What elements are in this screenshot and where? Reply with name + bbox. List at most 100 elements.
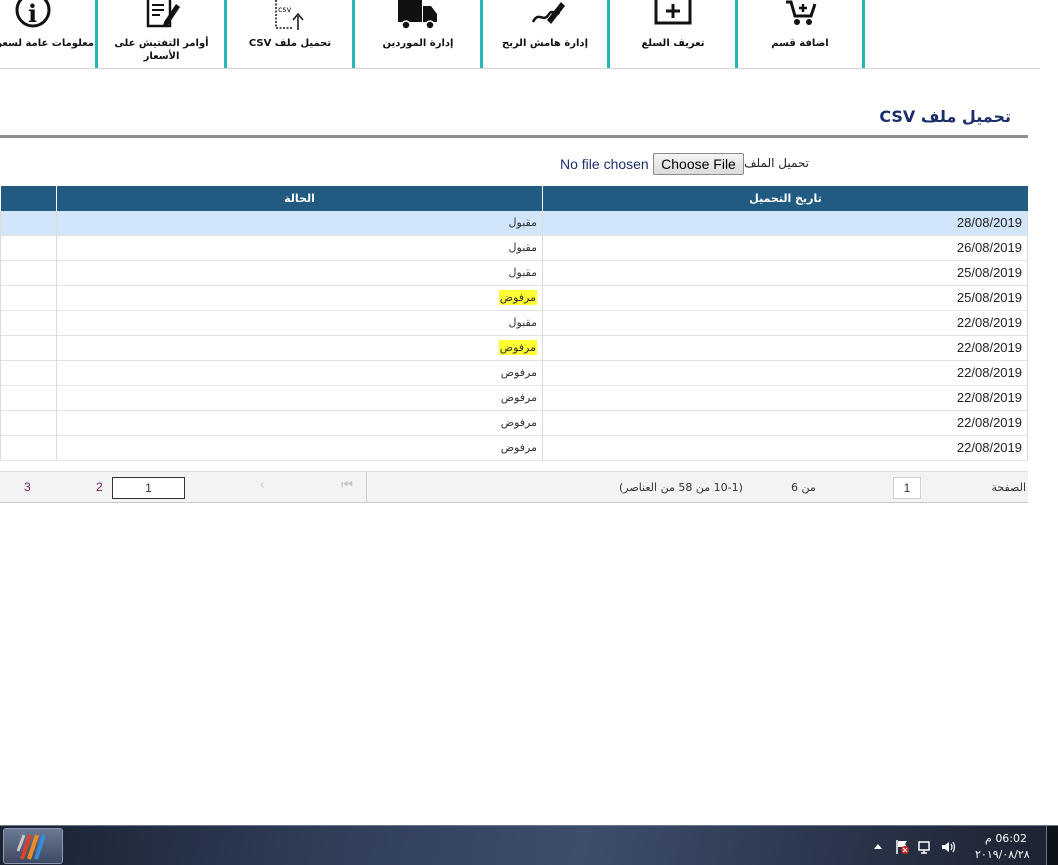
tool-label: إدارة الموردين [382,38,454,49]
system-tray: 06:02 م ٢٠١٩/٠٨/٢٨ [860,826,1050,865]
tool-add-category[interactable]: اضافة قسم [738,0,862,68]
toolbar-separator [862,0,865,68]
table-row[interactable]: مقبول 28/08/2019 [0,211,1028,236]
column-header-status[interactable]: الحالة [56,186,542,211]
title-divider [0,135,1028,138]
cell-extra [0,336,56,361]
page-link-2[interactable]: 2 [96,480,103,494]
cell-extra [0,236,56,261]
cell-date: 22/08/2019 [542,336,1028,361]
uploads-table: الحالة تاريخ التحميل مقبول 28/08/2019 مقبو… [0,186,1028,461]
tool-label: معلومات عامة لسعر [0,38,94,49]
toolbar-separator [224,0,227,68]
prev-page-icon[interactable]: ‹ [254,478,270,493]
table-row[interactable]: مرفوض 22/08/2019 [0,361,1028,386]
table-body: مقبول 28/08/2019 مقبول 26/08/2019 مقبول 25/08… [0,211,1028,461]
page-number-input[interactable]: 1 [893,477,921,499]
flag-alert-icon[interactable] [894,839,910,855]
csv-icon-text: csv [278,5,292,14]
page-label: الصفحة [991,481,1026,494]
table-row[interactable]: مرفوض 22/08/2019 [0,436,1028,461]
pen-sign-icon [531,2,565,24]
network-icon[interactable] [917,839,933,855]
clock-time[interactable]: 06:02 م [985,832,1027,845]
show-desktop-button[interactable] [1046,826,1058,865]
toolbar-separator [607,0,610,68]
cell-extra [0,211,56,236]
tool-csv-upload[interactable]: csv تحميل ملف CSV [228,0,352,68]
volume-icon[interactable] [940,839,956,855]
table-header: الحالة تاريخ التحميل [0,186,1028,211]
cart-add-icon [786,0,817,25]
upload-label: تحميل الملف [744,156,809,170]
cell-date: 22/08/2019 [542,436,1028,461]
tool-label: إدارة هامش الربح [502,38,588,49]
file-status: No file chosen [560,156,649,172]
cell-extra [0,286,56,311]
tool-general-info[interactable]: i معلومات عامة لسعر [0,0,96,68]
start-button[interactable] [3,828,63,864]
table-row[interactable]: مرفوض 22/08/2019 [0,386,1028,411]
status-text: مرفوض [500,366,537,379]
cell-extra [0,436,56,461]
status-text: مرفوض [500,441,537,454]
cell-date: 28/08/2019 [542,211,1028,236]
tool-label: تحميل ملف CSV [248,38,332,49]
tool-label: تعريف السلع [641,38,705,49]
status-text: مقبول [508,216,537,229]
status-text: مقبول [508,316,537,329]
toolbar-separator [480,0,483,68]
csv-upload-icon: csv [275,0,304,30]
cell-status: مقبول [56,311,542,336]
tool-profit-margin[interactable]: إدارة هامش الربح [483,0,607,68]
app-logo-icon [16,834,46,860]
table-row[interactable]: مقبول 25/08/2019 [0,261,1028,286]
status-text: مقبول [508,241,537,254]
table-row[interactable]: مرفوض 22/08/2019 [0,411,1028,436]
tool-label: أوامر التفتيش على الأسعار [114,38,209,62]
taskbar: 06:02 م ٢٠١٩/٠٨/٢٨ [0,825,1058,865]
cell-status: مرفوض [56,386,542,411]
table-row[interactable]: مرفوض 22/08/2019 [0,336,1028,361]
cell-date: 22/08/2019 [542,411,1028,436]
page-link-current[interactable]: 1 [112,477,185,499]
info-icon-text: i [28,0,37,28]
first-page-icon[interactable]: ⏮ [339,478,355,493]
top-toolbar: اضافة قسم تعريف السلع إدارة هامش الربح إ… [0,0,1040,69]
page-total: من 6 [791,481,816,494]
clock-date[interactable]: ٢٠١٩/٠٨/٢٨ [975,848,1030,861]
table-row[interactable]: مرفوض 25/08/2019 [0,286,1028,311]
status-text: مرفوض [500,416,537,429]
cell-date: 22/08/2019 [542,311,1028,336]
truck-icon [398,0,437,30]
status-text: مرفوض [498,340,537,355]
tray-expand-icon[interactable] [870,839,886,855]
tool-define-products[interactable]: تعريف السلع [611,0,735,68]
cell-status: مرفوض [56,336,542,361]
page-title: تحميل ملف CSV [879,107,1011,126]
status-text: مقبول [508,266,537,279]
table-row[interactable]: مقبول 26/08/2019 [0,236,1028,261]
toolbar-separator [735,0,738,68]
cell-extra [0,386,56,411]
cell-extra [0,261,56,286]
cell-status: مرفوض [56,411,542,436]
table-row[interactable]: مقبول 22/08/2019 [0,311,1028,336]
cell-status: مقبول [56,211,542,236]
toolbar-separator [352,0,355,68]
toolbar-separator [95,0,98,68]
status-text: مرفوض [498,290,537,305]
column-header-date[interactable]: تاريخ التحميل [542,186,1028,211]
tool-label: اضافة قسم [771,38,829,49]
cell-status: مرفوض [56,286,542,311]
cell-status: مرفوض [56,436,542,461]
choose-file-button[interactable]: Choose File [653,153,744,175]
app-window: اضافة قسم تعريف السلع إدارة هامش الربح إ… [0,0,1058,865]
cell-date: 22/08/2019 [542,361,1028,386]
tool-suppliers[interactable]: إدارة الموردين [356,0,480,68]
tool-price-inspection[interactable]: أوامر التفتيش على الأسعار [99,0,224,68]
cell-extra [0,361,56,386]
page-link-3[interactable]: 3 [24,480,31,494]
cell-status: مرفوض [56,361,542,386]
cell-status: مقبول [56,236,542,261]
